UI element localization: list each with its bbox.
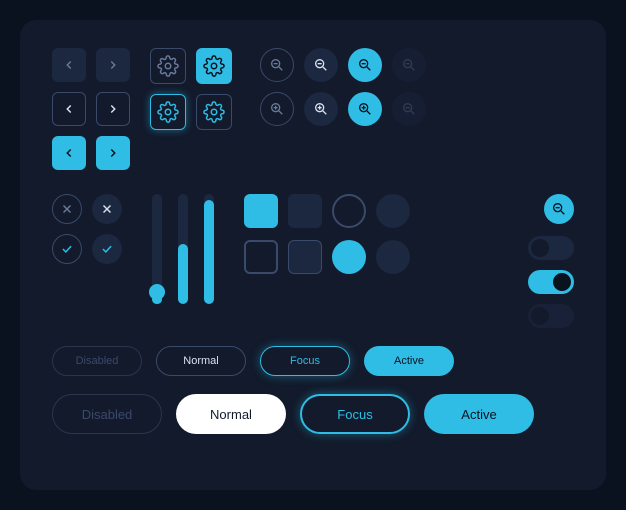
square-swatch bbox=[288, 240, 322, 274]
zoom-in-button[interactable] bbox=[304, 92, 338, 126]
circle-swatch bbox=[332, 194, 366, 228]
chevron-left-button[interactable] bbox=[52, 48, 86, 82]
zoom-out-button[interactable] bbox=[260, 48, 294, 82]
status-icons bbox=[52, 194, 122, 264]
zoom-out-icon bbox=[357, 57, 373, 73]
chevron-right-button[interactable] bbox=[96, 136, 130, 170]
chevron-right-button[interactable] bbox=[96, 48, 130, 82]
settings-button[interactable] bbox=[150, 94, 186, 130]
disabled-button: Disabled bbox=[52, 394, 162, 434]
button-states-small: Disabled Normal Focus Active bbox=[52, 346, 574, 376]
zoom-out-button[interactable] bbox=[348, 48, 382, 82]
zoom-reset-button[interactable] bbox=[544, 194, 574, 224]
active-button[interactable]: Active bbox=[424, 394, 534, 434]
vertical-slider[interactable] bbox=[152, 194, 162, 304]
zoom-out-icon bbox=[313, 57, 329, 73]
slider-group bbox=[146, 194, 220, 304]
button-states-large: Disabled Normal Focus Active bbox=[52, 394, 574, 434]
check-button[interactable] bbox=[92, 234, 122, 264]
close-icon bbox=[100, 202, 114, 216]
active-button[interactable]: Active bbox=[364, 346, 454, 376]
gear-icon bbox=[203, 101, 225, 123]
gear-icon bbox=[157, 55, 179, 77]
chevron-left-button[interactable] bbox=[52, 136, 86, 170]
disabled-button: Disabled bbox=[52, 346, 142, 376]
zoom-out-icon bbox=[269, 57, 285, 73]
check-icon bbox=[100, 242, 114, 256]
check-icon bbox=[60, 242, 74, 256]
zoom-in-button[interactable] bbox=[260, 92, 294, 126]
normal-button[interactable]: Normal bbox=[176, 394, 286, 434]
zoom-group bbox=[260, 48, 426, 170]
gear-group bbox=[150, 48, 232, 170]
zoom-in-icon bbox=[269, 101, 285, 117]
chevron-right-button[interactable] bbox=[96, 92, 130, 126]
circle-swatch bbox=[376, 240, 410, 274]
zoom-out-icon bbox=[401, 57, 417, 73]
vertical-slider[interactable] bbox=[204, 194, 214, 304]
toggle-switch[interactable] bbox=[528, 236, 574, 260]
settings-button[interactable] bbox=[196, 94, 232, 130]
settings-button[interactable] bbox=[196, 48, 232, 84]
ui-kit-panel: Disabled Normal Focus Active Disabled No… bbox=[20, 20, 606, 490]
zoom-reset-button[interactable] bbox=[392, 92, 426, 126]
vertical-slider[interactable] bbox=[178, 194, 188, 304]
square-swatch bbox=[244, 194, 278, 228]
toggle-switch[interactable] bbox=[528, 304, 574, 328]
square-swatch bbox=[288, 194, 322, 228]
close-button[interactable] bbox=[92, 194, 122, 224]
zoom-in-button[interactable] bbox=[348, 92, 382, 126]
check-button[interactable] bbox=[52, 234, 82, 264]
circle-swatch bbox=[376, 194, 410, 228]
gear-icon bbox=[203, 55, 225, 77]
zoom-out-button[interactable] bbox=[304, 48, 338, 82]
zoom-reset-icon bbox=[401, 101, 417, 117]
settings-button[interactable] bbox=[150, 48, 186, 84]
square-swatch bbox=[244, 240, 278, 274]
circle-swatch bbox=[332, 240, 366, 274]
zoom-in-icon bbox=[313, 101, 329, 117]
normal-button[interactable]: Normal bbox=[156, 346, 246, 376]
close-icon bbox=[60, 202, 74, 216]
zoom-in-icon bbox=[357, 101, 373, 117]
shape-swatches bbox=[244, 194, 410, 274]
focus-button[interactable]: Focus bbox=[300, 394, 410, 434]
toggle-group bbox=[528, 236, 574, 328]
focus-button[interactable]: Focus bbox=[260, 346, 350, 376]
toggle-switch[interactable] bbox=[528, 270, 574, 294]
gear-icon bbox=[157, 101, 179, 123]
zoom-reset-icon bbox=[551, 201, 567, 217]
chevron-group bbox=[52, 48, 130, 170]
zoom-out-button[interactable] bbox=[392, 48, 426, 82]
chevron-left-button[interactable] bbox=[52, 92, 86, 126]
close-button[interactable] bbox=[52, 194, 82, 224]
